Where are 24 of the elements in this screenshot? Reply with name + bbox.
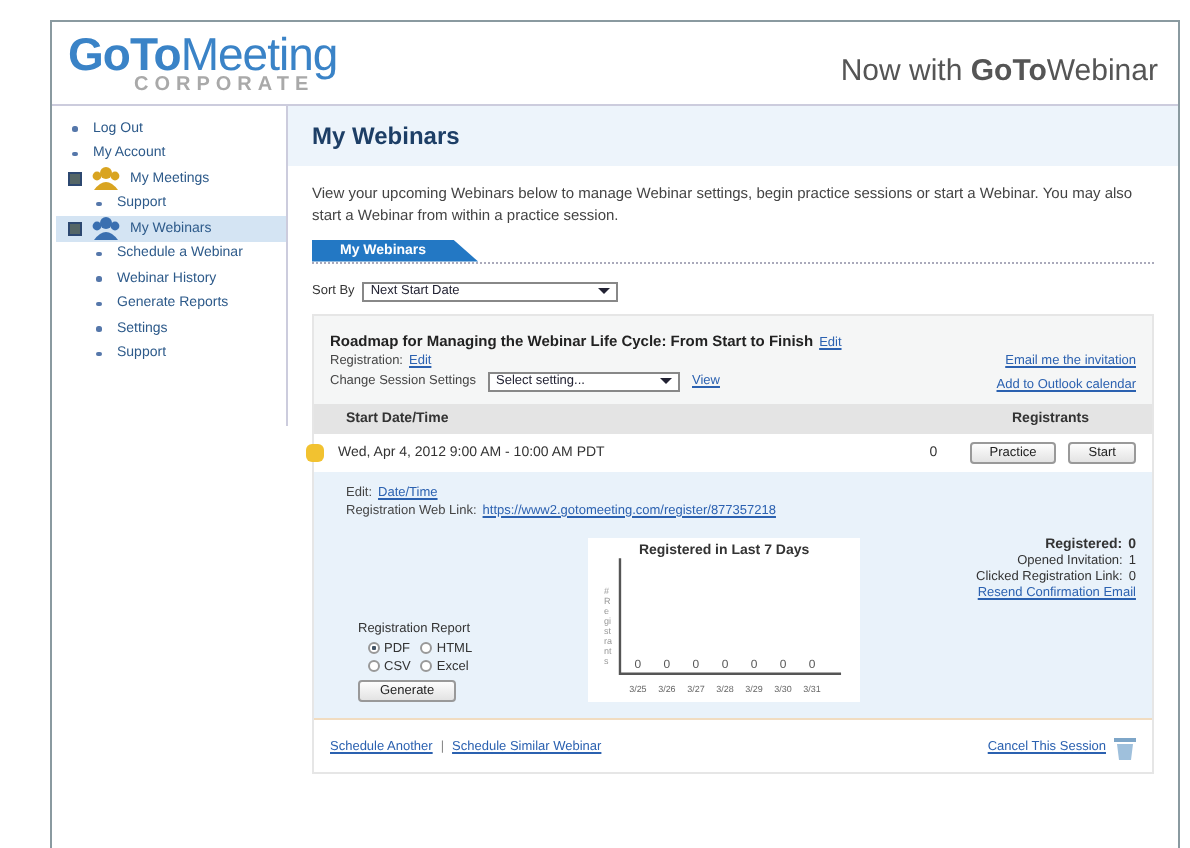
expander-icon[interactable] (68, 171, 82, 186)
radio-button[interactable] (368, 660, 380, 673)
dropdown-arrow-icon[interactable] (660, 378, 672, 385)
people-icon (92, 166, 120, 191)
bullet-icon (96, 276, 101, 281)
logo-subtitle: CORPORATE (134, 76, 315, 96)
page-title: My Webinars (288, 106, 1178, 166)
expander-icon[interactable] (68, 221, 82, 236)
bullet-icon (72, 151, 77, 156)
radio-button[interactable] (420, 660, 433, 673)
bullet-icon (96, 301, 101, 306)
bullet-icon (96, 351, 101, 356)
people-icon (92, 216, 120, 241)
tagline: Now with GoToWebinar (840, 54, 1158, 88)
radio-button[interactable] (420, 642, 433, 655)
trash-icon[interactable] (1114, 735, 1136, 760)
bullet-icon (96, 251, 101, 256)
bullet-icon (96, 201, 101, 206)
bullet-icon (72, 126, 77, 131)
radio-button[interactable] (368, 642, 380, 655)
status-icon (306, 443, 324, 462)
bullet-icon (96, 326, 101, 331)
logo-text: GoToMeeting (68, 32, 338, 78)
dropdown-arrow-icon[interactable] (598, 288, 611, 295)
